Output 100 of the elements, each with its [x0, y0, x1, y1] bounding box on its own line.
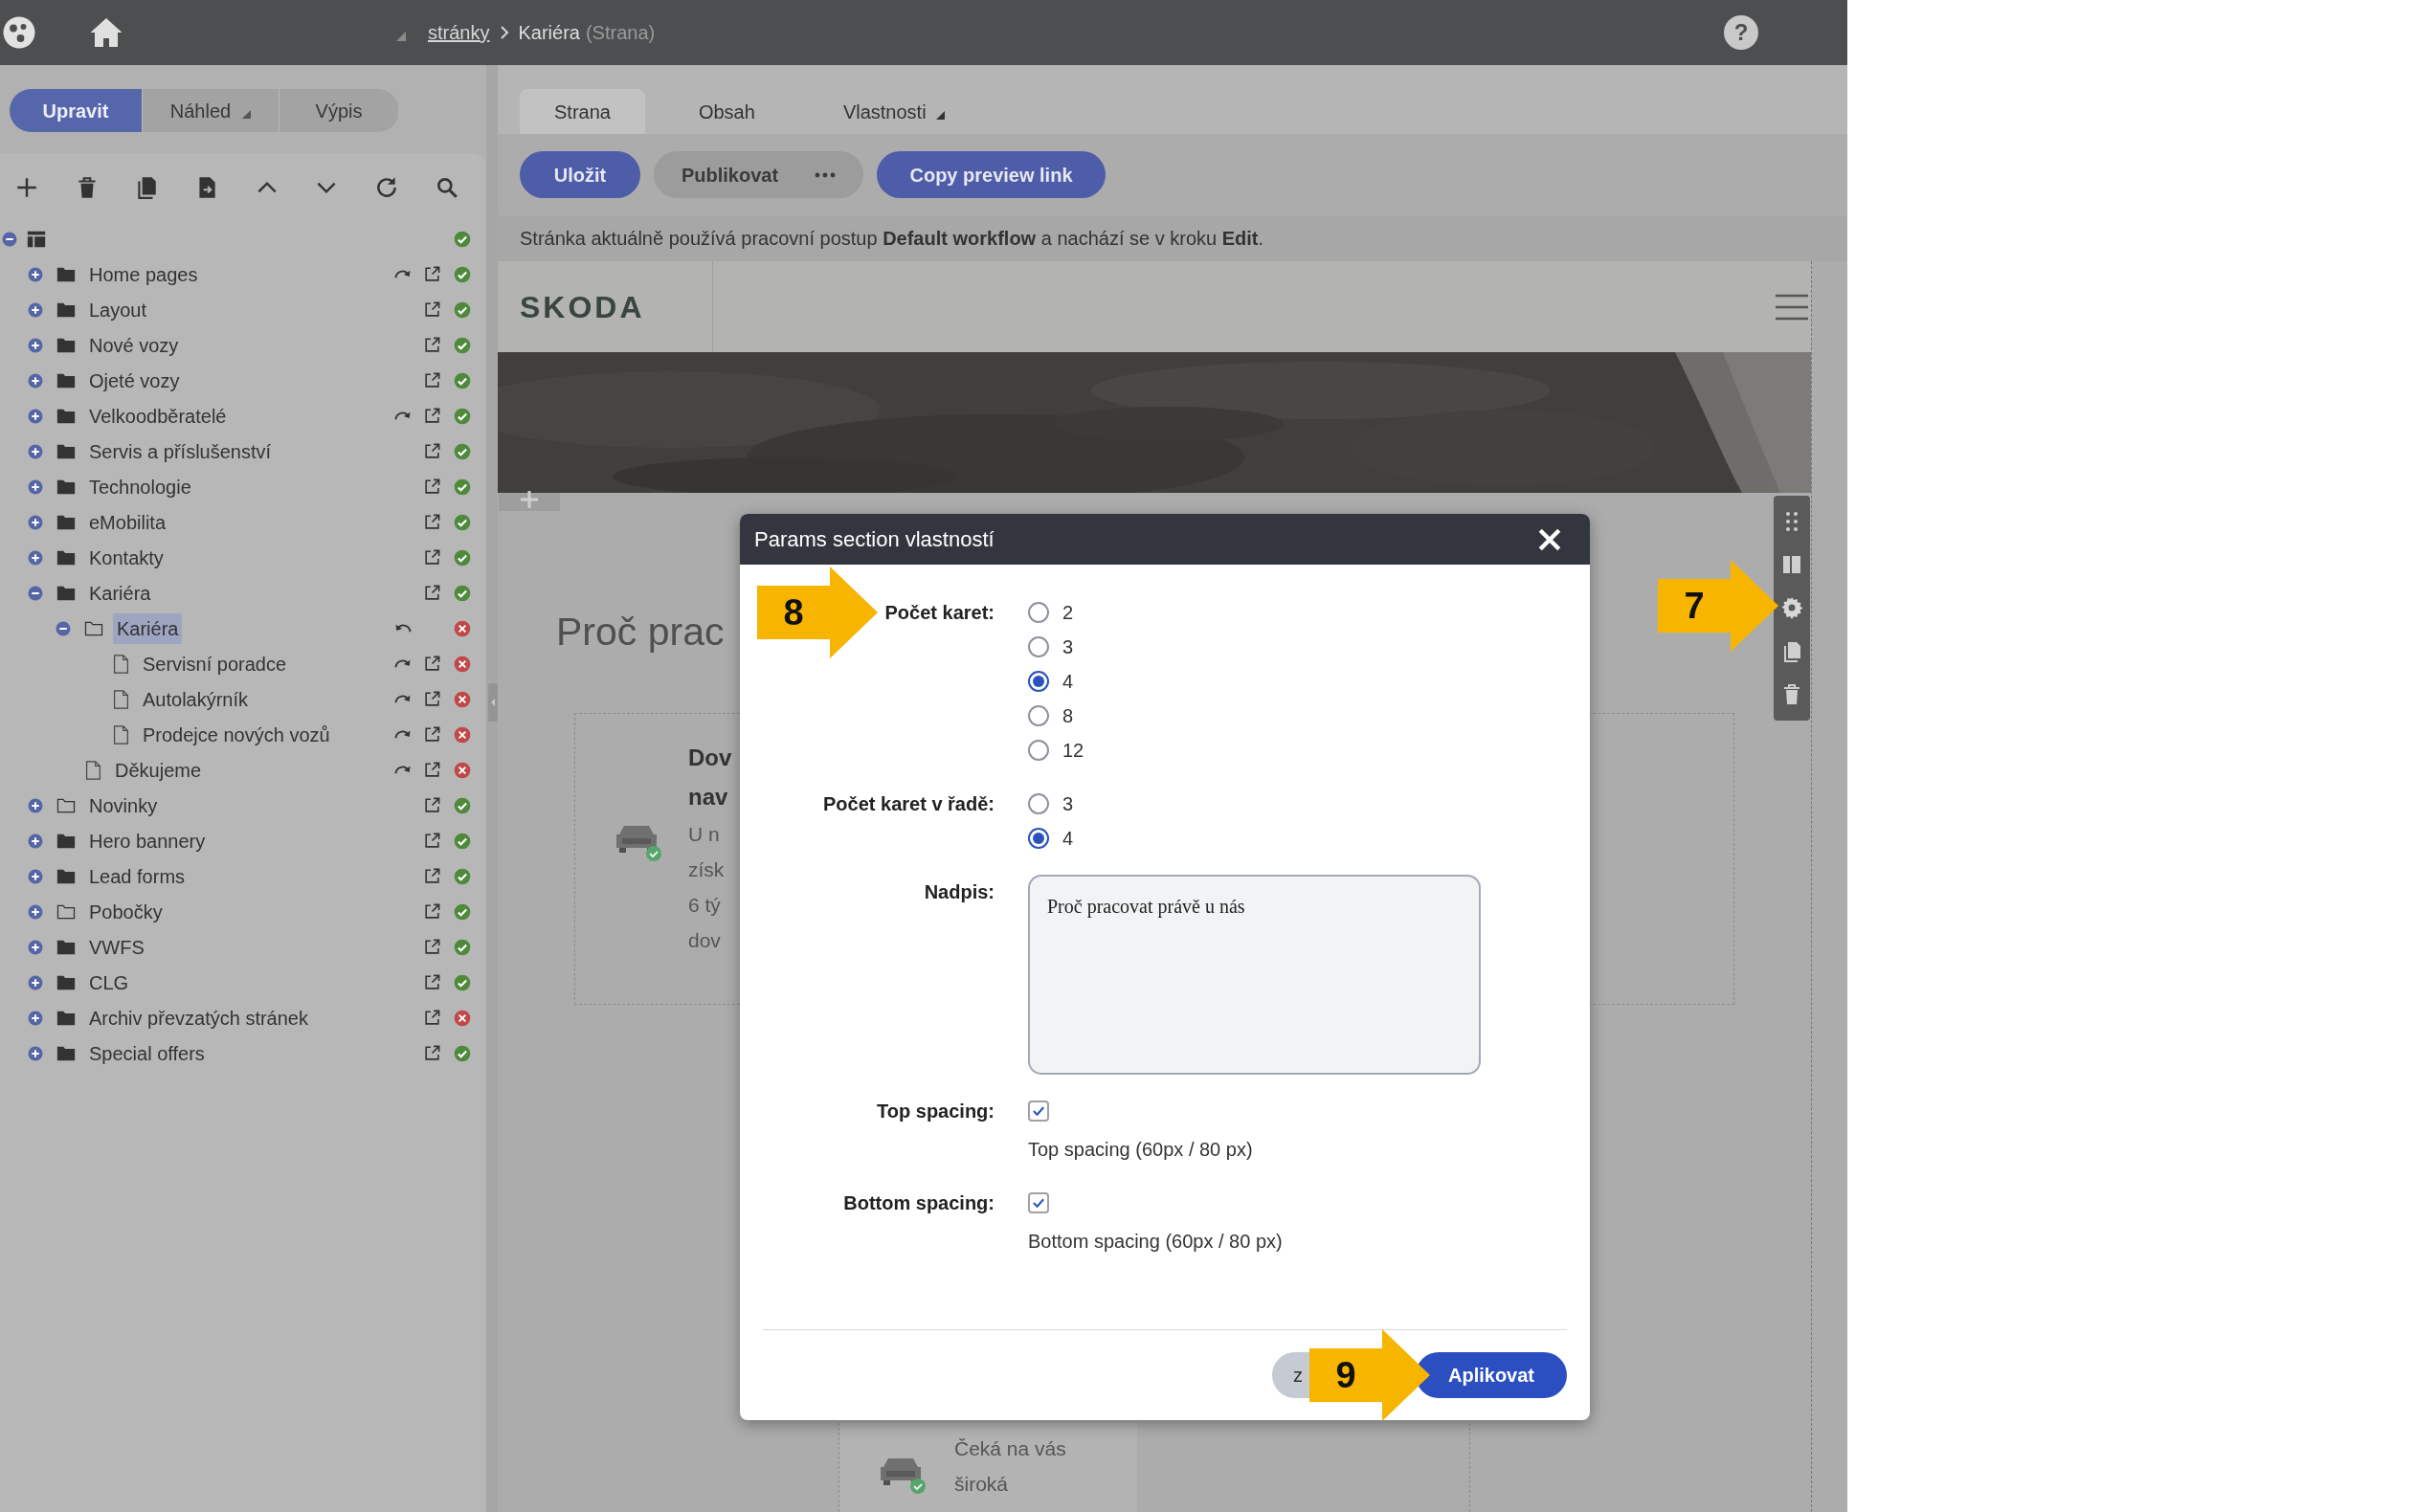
tree-item-label[interactable]: Home pages	[85, 258, 202, 290]
expand-icon[interactable]	[27, 938, 44, 956]
tree-item-label[interactable]: Archiv převzatých stránek	[85, 1002, 312, 1034]
expand-icon[interactable]	[27, 300, 44, 319]
menu-icon[interactable]	[1775, 293, 1809, 321]
external-link-icon[interactable]	[423, 371, 441, 389]
action-button[interactable]: Publikovat	[654, 151, 863, 198]
expand-icon[interactable]	[27, 973, 44, 991]
radio-button[interactable]	[1028, 705, 1049, 726]
option-label: 4	[1062, 827, 1074, 851]
tree-item-label[interactable]: Pobočky	[85, 896, 167, 927]
expand-icon[interactable]	[27, 832, 44, 850]
tree-item-label[interactable]: VWFS	[85, 931, 148, 963]
field-label: Počet karet v řadě:	[823, 793, 995, 814]
tree-item-label[interactable]: Nové vozy	[85, 329, 183, 361]
heading-field[interactable]: Proč pracovat právě u nás	[1028, 875, 1481, 1075]
tree-item-label[interactable]: Novinky	[85, 789, 162, 821]
radio-button[interactable]	[1028, 793, 1049, 814]
collapse-icon[interactable]	[1, 230, 18, 248]
tree-item-label[interactable]: eMobilita	[85, 506, 170, 538]
expand-icon[interactable]	[27, 902, 44, 921]
tree-item-label[interactable]: CLG	[85, 967, 133, 998]
home-icon[interactable]	[88, 15, 124, 50]
tree-item-label[interactable]: Velkoodběratelé	[85, 400, 231, 432]
external-link-icon[interactable]	[423, 725, 441, 744]
editor-tab[interactable]: Vlastnosti	[808, 89, 979, 134]
external-link-icon[interactable]	[423, 1009, 441, 1027]
app-logo-icon[interactable]	[2, 15, 36, 50]
external-link-icon[interactable]	[423, 690, 441, 708]
tree-item-label[interactable]: Děkujeme	[111, 754, 206, 786]
expand-icon[interactable]	[27, 513, 44, 531]
tree-item-label[interactable]: Servis a příslušenství	[85, 435, 276, 467]
action-button[interactable]: Uložit	[520, 151, 640, 198]
field-label: Bottom spacing:	[843, 1192, 995, 1213]
expand-icon[interactable]	[27, 1009, 44, 1027]
tree-item-label[interactable]: Layout	[85, 294, 151, 325]
external-link-icon[interactable]	[423, 761, 441, 779]
external-link-icon[interactable]	[423, 300, 441, 319]
radio-button[interactable]	[1028, 828, 1049, 849]
expand-icon[interactable]	[27, 265, 44, 283]
action-button[interactable]: Copy preview link	[877, 151, 1106, 198]
expand-icon[interactable]	[27, 407, 44, 425]
external-link-icon[interactable]	[423, 867, 441, 885]
tree-item-label[interactable]: Servisní poradce	[139, 648, 291, 679]
tree-item-label[interactable]: Technologie	[85, 471, 195, 502]
expand-icon[interactable]	[27, 478, 44, 496]
tree-item-label[interactable]: Autolakýrník	[139, 683, 253, 715]
expand-icon[interactable]	[27, 371, 44, 389]
external-link-icon[interactable]	[423, 442, 441, 460]
tree-item-label[interactable]: Special offers	[85, 1037, 209, 1069]
external-link-icon[interactable]	[423, 902, 441, 921]
radio-button[interactable]	[1028, 636, 1049, 657]
check-icon	[1032, 1104, 1045, 1118]
breadcrumb-link[interactable]: stránky	[428, 18, 490, 47]
external-link-icon[interactable]	[423, 548, 441, 567]
help-button[interactable]: ?	[1724, 15, 1758, 50]
editor-tab[interactable]: Strana	[520, 89, 645, 134]
external-link-icon[interactable]	[423, 938, 441, 956]
page-type-label: (Strana)	[585, 21, 656, 45]
expand-icon[interactable]	[27, 1044, 44, 1062]
tree-item-label[interactable]: Ojeté vozy	[85, 365, 184, 396]
external-link-icon[interactable]	[423, 478, 441, 496]
brand-logo[interactable]: SKODA	[520, 283, 645, 330]
tree-item-label[interactable]: Prodejce nových vozů	[139, 719, 334, 750]
dialog-button[interactable]: z	[1272, 1352, 1309, 1398]
editor-tab[interactable]: Obsah	[663, 89, 790, 134]
settings-icon[interactable]	[1780, 596, 1803, 620]
more-icon[interactable]	[815, 171, 837, 178]
radio-button[interactable]	[1028, 602, 1049, 623]
collapse-icon[interactable]	[27, 584, 44, 602]
external-link-icon[interactable]	[423, 796, 441, 814]
close-icon[interactable]	[1537, 526, 1562, 552]
expand-icon[interactable]	[27, 796, 44, 814]
external-link-icon[interactable]	[423, 407, 441, 425]
external-link-icon[interactable]	[423, 336, 441, 354]
expand-icon[interactable]	[27, 442, 44, 460]
expand-icon[interactable]	[27, 548, 44, 567]
external-link-icon[interactable]	[423, 1044, 441, 1062]
expand-icon[interactable]	[27, 336, 44, 354]
tree-item-label[interactable]: Kariéra	[113, 612, 183, 644]
tree-item-label[interactable]: Lead forms	[85, 860, 190, 892]
external-link-icon[interactable]	[423, 832, 441, 850]
external-link-icon[interactable]	[423, 513, 441, 531]
checkbox[interactable]	[1028, 1192, 1049, 1213]
expand-icon[interactable]	[27, 867, 44, 885]
tree-item-label[interactable]: Kariéra	[85, 577, 155, 609]
resize-handle-icon[interactable]	[488, 683, 498, 722]
radio-button[interactable]	[1028, 671, 1049, 692]
external-link-icon[interactable]	[423, 655, 441, 673]
external-link-icon[interactable]	[423, 265, 441, 283]
external-link-icon[interactable]	[423, 584, 441, 602]
tree-item-label[interactable]: Hero bannery	[85, 825, 210, 856]
external-link-icon[interactable]	[423, 973, 441, 991]
collapse-icon[interactable]	[55, 619, 72, 637]
mode-tab[interactable]: Výpis	[279, 89, 399, 132]
mode-tab[interactable]: Upravit	[10, 89, 143, 132]
checkbox[interactable]	[1028, 1101, 1049, 1122]
tree-item-label[interactable]: Kontakty	[85, 542, 168, 573]
mode-tab[interactable]: Náhled	[143, 89, 279, 132]
radio-button[interactable]	[1028, 740, 1049, 761]
